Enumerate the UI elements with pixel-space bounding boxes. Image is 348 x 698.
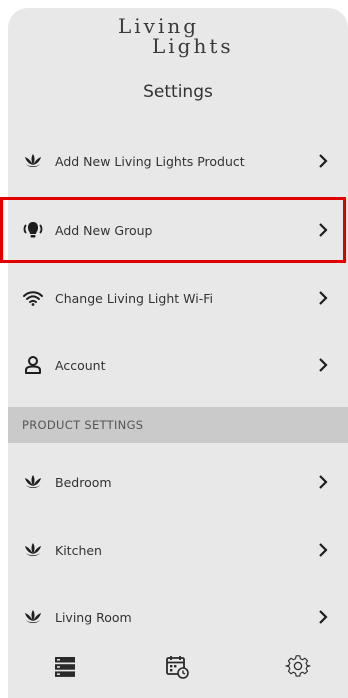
chevron-right-icon xyxy=(319,475,328,489)
chevron-right-icon xyxy=(319,358,328,372)
change-wifi-label: Change Living Light Wi-Fi xyxy=(55,290,213,306)
change-wifi-row[interactable]: Change Living Light Wi-Fi xyxy=(8,278,348,318)
kitchen-label: Kitchen xyxy=(55,542,102,558)
bedroom-label: Bedroom xyxy=(55,474,112,490)
lotus-icon xyxy=(22,471,44,493)
chevron-right-icon xyxy=(319,154,328,168)
logo-line-2: Lights xyxy=(152,34,234,58)
lotus-icon xyxy=(22,150,44,172)
person-icon xyxy=(22,354,44,376)
account-label: Account xyxy=(55,357,106,373)
chevron-right-icon xyxy=(319,610,328,624)
wifi-icon xyxy=(22,287,44,309)
bedroom-row[interactable]: Bedroom xyxy=(8,462,348,502)
server-list-icon[interactable] xyxy=(52,654,78,680)
selection-highlight xyxy=(0,197,346,263)
calendar-clock-icon[interactable] xyxy=(164,654,190,680)
add-product-row[interactable]: Add New Living Lights Product xyxy=(8,141,348,181)
gear-icon[interactable] xyxy=(285,654,311,680)
account-row[interactable]: Account xyxy=(8,345,348,385)
living-room-row[interactable]: Living Room xyxy=(8,597,348,637)
kitchen-row[interactable]: Kitchen xyxy=(8,530,348,570)
bottom-tab-bar xyxy=(8,646,348,698)
page-title: Settings xyxy=(143,82,213,102)
settings-screen: Living Lights Settings Add New Living Li… xyxy=(8,8,348,698)
chevron-right-icon xyxy=(319,543,328,557)
chevron-right-icon xyxy=(319,291,328,305)
lotus-icon xyxy=(22,606,44,628)
lotus-icon xyxy=(22,539,44,561)
living-room-label: Living Room xyxy=(55,609,132,625)
product-settings-header: PRODUCT SETTINGS xyxy=(8,407,348,443)
add-product-label: Add New Living Lights Product xyxy=(55,153,245,169)
living-lights-logo: Living Lights xyxy=(8,12,348,64)
